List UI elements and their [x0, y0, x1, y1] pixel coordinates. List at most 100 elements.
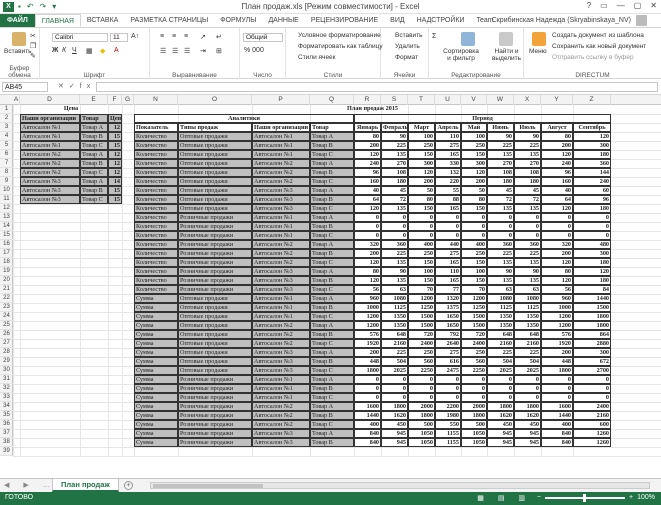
- row-header-18[interactable]: 18: [0, 258, 13, 267]
- plan-value-cell[interactable]: 945: [514, 429, 541, 438]
- plan-value-cell[interactable]: 225: [487, 249, 514, 258]
- plan-value-cell[interactable]: 240: [354, 159, 381, 168]
- plan-dimension-cell[interactable]: Товар А: [310, 375, 354, 384]
- plan-dimension-cell[interactable]: Товар В: [310, 276, 354, 285]
- plan-value-cell[interactable]: 0: [461, 384, 487, 393]
- plan-value-cell[interactable]: 400: [408, 240, 435, 249]
- plan-value-cell[interactable]: 945: [487, 429, 514, 438]
- plan-value-cell[interactable]: 40: [541, 186, 573, 195]
- column-header-Y[interactable]: Y: [541, 95, 573, 105]
- plan-value-cell[interactable]: 960: [541, 294, 573, 303]
- plan-value-cell[interactable]: 0: [435, 222, 461, 231]
- zoom-out-icon[interactable]: −: [537, 494, 541, 501]
- send-link-button[interactable]: Отправить ссылку в буфер: [552, 54, 634, 61]
- plan-value-cell[interactable]: 440: [435, 240, 461, 249]
- plan-value-cell[interactable]: 90: [487, 132, 514, 141]
- plan-value-cell[interactable]: 560: [461, 357, 487, 366]
- plan-value-cell[interactable]: 150: [461, 258, 487, 267]
- sheet-nav-arrows[interactable]: ◀ ▶ …: [4, 481, 56, 489]
- price-table-cell[interactable]: 12: [108, 168, 122, 177]
- plan-dimension-cell[interactable]: Автосалон №3: [252, 357, 310, 366]
- plan-dimension-cell[interactable]: Розничные продажи: [178, 267, 252, 276]
- column-header-G[interactable]: G: [122, 95, 134, 105]
- plan-dimension-cell[interactable]: Товар А: [310, 429, 354, 438]
- plan-dimension-cell[interactable]: Товар С: [310, 285, 354, 294]
- plan-value-cell[interactable]: 2160: [381, 339, 408, 348]
- price-table-cell[interactable]: Автосалон №3: [20, 195, 80, 204]
- plan-value-cell[interactable]: 1600: [541, 402, 573, 411]
- plan-value-cell[interactable]: 72: [514, 195, 541, 204]
- plan-value-cell[interactable]: 504: [514, 357, 541, 366]
- plan-dimension-cell[interactable]: Товар С: [310, 339, 354, 348]
- row-header-20[interactable]: 20: [0, 276, 13, 285]
- plan-dimension-cell[interactable]: Оптовые продажи: [178, 204, 252, 213]
- plan-value-cell[interactable]: 600: [573, 420, 611, 429]
- row-header-12[interactable]: 12: [0, 204, 13, 213]
- plan-value-cell[interactable]: 0: [435, 213, 461, 222]
- plan-value-cell[interactable]: 90: [381, 132, 408, 141]
- row-header-1[interactable]: 1: [0, 105, 13, 114]
- row-header-27[interactable]: 27: [0, 339, 13, 348]
- row-header-21[interactable]: 21: [0, 285, 13, 294]
- row-header-37[interactable]: 37: [0, 429, 13, 438]
- plan-dimension-cell[interactable]: Товар С: [310, 177, 354, 186]
- menu-icon[interactable]: [532, 32, 546, 46]
- row-header-36[interactable]: 36: [0, 420, 13, 429]
- plan-value-cell[interactable]: 0: [514, 231, 541, 240]
- plan-value-cell[interactable]: 180: [573, 204, 611, 213]
- plan-value-cell[interactable]: 672: [573, 357, 611, 366]
- plan-value-cell[interactable]: 1440: [541, 411, 573, 420]
- plan-value-cell[interactable]: 1440: [573, 294, 611, 303]
- plan-value-cell[interactable]: 275: [435, 249, 461, 258]
- plan-value-cell[interactable]: 120: [354, 258, 381, 267]
- plan-value-cell[interactable]: 55: [435, 186, 461, 195]
- row-header-7[interactable]: 7: [0, 159, 13, 168]
- plan-value-cell[interactable]: 270: [381, 159, 408, 168]
- plan-value-cell[interactable]: 448: [541, 357, 573, 366]
- plan-dimension-cell[interactable]: Количество: [134, 276, 178, 285]
- plan-value-cell[interactable]: 150: [461, 204, 487, 213]
- plan-dimension-cell[interactable]: Автосалон №3: [252, 204, 310, 213]
- row-header-26[interactable]: 26: [0, 330, 13, 339]
- plan-value-cell[interactable]: 120: [461, 168, 487, 177]
- plan-value-cell[interactable]: 2025: [381, 366, 408, 375]
- plan-value-cell[interactable]: 2160: [573, 411, 611, 420]
- plan-value-cell[interactable]: 1350: [514, 312, 541, 321]
- column-header-Z[interactable]: Z: [573, 95, 611, 105]
- plan-value-cell[interactable]: 96: [573, 195, 611, 204]
- plan-dimension-cell[interactable]: Розничные продажи: [178, 411, 252, 420]
- plan-value-cell[interactable]: 0: [573, 375, 611, 384]
- plan-value-cell[interactable]: 70: [461, 285, 487, 294]
- plan-dimension-cell[interactable]: Сумма: [134, 384, 178, 393]
- plan-value-cell[interactable]: 1500: [408, 312, 435, 321]
- plan-dimension-cell[interactable]: Товар А: [310, 240, 354, 249]
- plan-value-cell[interactable]: 1200: [408, 294, 435, 303]
- plan-dimension-cell[interactable]: Товар В: [310, 141, 354, 150]
- plan-value-cell[interactable]: 0: [514, 375, 541, 384]
- horizontal-scrollbar[interactable]: [150, 482, 650, 489]
- plan-value-cell[interactable]: 0: [461, 393, 487, 402]
- plan-value-cell[interactable]: 0: [514, 222, 541, 231]
- plan-value-cell[interactable]: 180: [573, 150, 611, 159]
- plan-dimension-cell[interactable]: Автосалон №2: [252, 420, 310, 429]
- plan-value-cell[interactable]: 160: [541, 177, 573, 186]
- plan-value-cell[interactable]: 360: [381, 240, 408, 249]
- price-table-cell[interactable]: 15: [108, 141, 122, 150]
- plan-dimension-cell[interactable]: Товар В: [310, 357, 354, 366]
- cell-styles-button[interactable]: Стили ячеек: [298, 54, 336, 61]
- plan-value-cell[interactable]: 360: [514, 240, 541, 249]
- plan-dimension-cell[interactable]: Количество: [134, 240, 178, 249]
- plan-dimension-cell[interactable]: Автосалон №3: [252, 195, 310, 204]
- plan-dimension-cell[interactable]: Оптовые продажи: [178, 168, 252, 177]
- price-table-cell[interactable]: 15: [108, 186, 122, 195]
- plan-value-cell[interactable]: 150: [408, 276, 435, 285]
- plan-value-cell[interactable]: 200: [354, 348, 381, 357]
- plan-dimension-cell[interactable]: Сумма: [134, 366, 178, 375]
- plan-value-cell[interactable]: 0: [514, 393, 541, 402]
- plan-dimension-cell[interactable]: Автосалон №3: [252, 348, 310, 357]
- avatar[interactable]: [636, 15, 647, 26]
- borders-icon[interactable]: ▦: [86, 47, 93, 55]
- plan-dimension-cell[interactable]: Оптовые продажи: [178, 177, 252, 186]
- plan-value-cell[interactable]: 200: [461, 177, 487, 186]
- row-header-30[interactable]: 30: [0, 366, 13, 375]
